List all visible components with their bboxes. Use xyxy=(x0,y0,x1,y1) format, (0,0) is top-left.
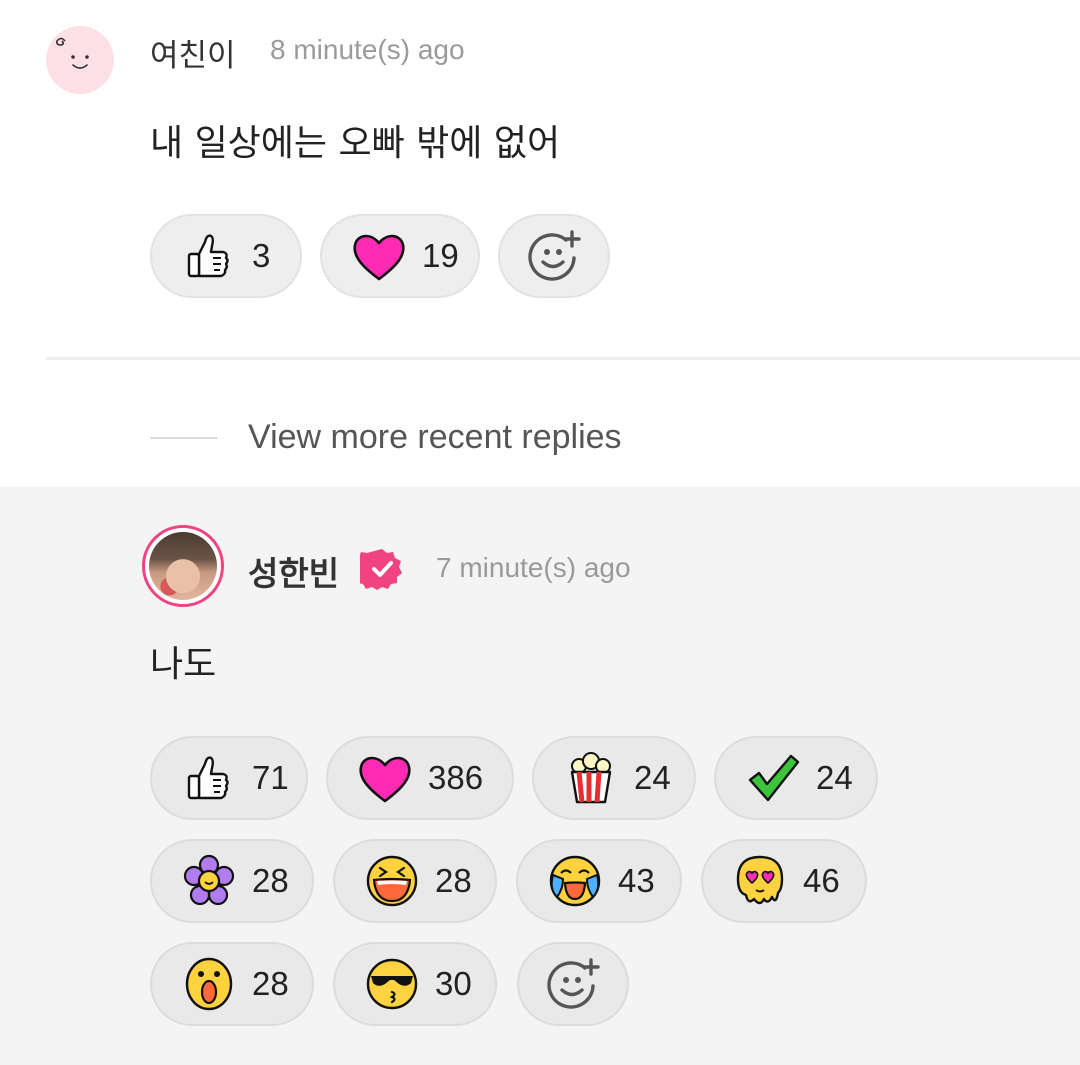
melting-heart-eyes-face-icon xyxy=(731,852,789,910)
reaction-chip-heart[interactable]: 19 xyxy=(320,214,480,298)
reaction-chip-thumbs-up[interactable]: 71 xyxy=(150,736,308,820)
reaction-count: 3 xyxy=(252,237,271,274)
comment-username[interactable]: 여친이 xyxy=(150,30,236,75)
thumbs-up-icon xyxy=(180,749,238,807)
reaction-chip-flower[interactable]: 28 xyxy=(150,839,314,923)
reaction-count: 28 xyxy=(435,862,472,899)
divider xyxy=(46,357,1080,360)
reaction-count: 28 xyxy=(252,965,289,1002)
add-reaction-smiley-icon xyxy=(544,955,602,1013)
reply-text: 나도 xyxy=(150,644,217,685)
add-reaction-button[interactable] xyxy=(498,214,610,298)
pink-heart-icon xyxy=(350,227,408,285)
view-more-replies-link[interactable]: View more recent replies xyxy=(248,418,622,457)
reaction-count: 24 xyxy=(816,759,853,796)
pink-heart-icon xyxy=(356,749,414,807)
reaction-chip-check[interactable]: 24 xyxy=(714,736,878,820)
reaction-count: 43 xyxy=(618,862,655,899)
green-check-icon xyxy=(744,749,802,807)
reaction-chip-laughing[interactable]: 28 xyxy=(333,839,497,923)
purple-flower-icon xyxy=(180,852,238,910)
reply-username[interactable]: 성한빈 xyxy=(248,547,339,595)
add-reaction-button[interactable] xyxy=(517,942,629,1026)
reaction-count: 19 xyxy=(422,237,459,274)
reaction-count: 24 xyxy=(634,759,671,796)
comment-text: 내 일상에는 오빠 밖에 없어 xyxy=(150,123,561,164)
reply-avatar[interactable] xyxy=(142,525,224,607)
reply-section: 성한빈 7 minute(s) ago 나도 71 386 24 24 28 2… xyxy=(0,487,1080,1065)
reaction-chip-melting-heart-eyes[interactable]: 46 xyxy=(701,839,867,923)
reaction-chip-surprised[interactable]: 28 xyxy=(150,942,314,1026)
crying-laughing-face-icon xyxy=(546,852,604,910)
reply-timestamp: 7 minute(s) ago xyxy=(436,552,631,583)
reaction-chip-heart[interactable]: 386 xyxy=(326,736,514,820)
reaction-count: 46 xyxy=(803,862,840,899)
reaction-chip-crying-laughing[interactable]: 43 xyxy=(516,839,682,923)
surprised-face-icon xyxy=(180,955,238,1013)
avatar[interactable] xyxy=(46,26,114,94)
thumbs-up-icon xyxy=(180,227,238,285)
reaction-chip-thumbs-up[interactable]: 3 xyxy=(150,214,302,298)
reaction-count: 30 xyxy=(435,965,472,1002)
profile-photo xyxy=(149,532,217,600)
comment-timestamp: 8 minute(s) ago xyxy=(270,34,465,65)
reaction-count: 28 xyxy=(252,862,289,899)
verified-badge-icon xyxy=(352,547,404,596)
reaction-chip-popcorn[interactable]: 24 xyxy=(532,736,696,820)
smiley-avatar-icon xyxy=(56,37,89,69)
divider-short xyxy=(150,437,218,439)
reaction-count: 71 xyxy=(252,759,289,796)
popcorn-icon xyxy=(562,749,620,807)
add-reaction-smiley-icon xyxy=(525,227,583,285)
reaction-count: 386 xyxy=(428,759,484,796)
reaction-chip-sunglasses-kiss[interactable]: 30 xyxy=(333,942,497,1026)
laughing-face-icon xyxy=(363,852,421,910)
sunglasses-kiss-face-icon xyxy=(363,955,421,1013)
